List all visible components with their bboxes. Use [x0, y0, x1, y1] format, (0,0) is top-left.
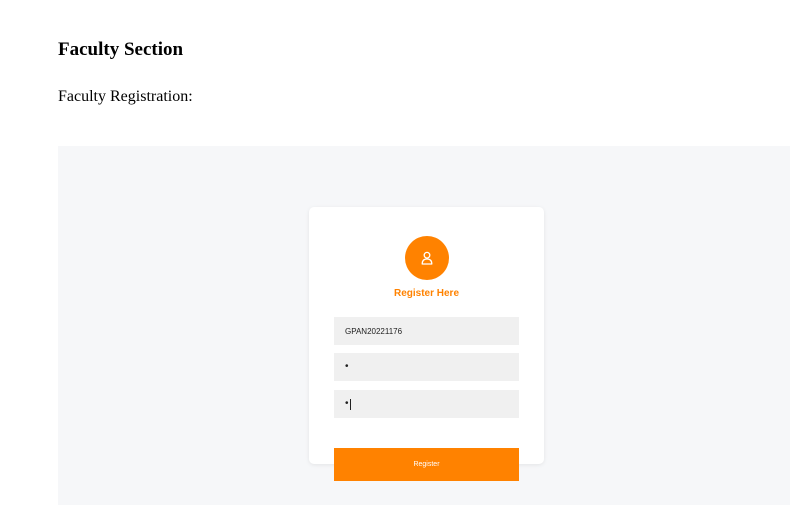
faculty-id-field[interactable]: GPAN20221176 [334, 317, 519, 345]
avatar [405, 236, 449, 280]
register-card: Register Here GPAN20221176 • • [309, 207, 544, 464]
section-subtitle: Faculty Registration: [58, 88, 193, 105]
confirm-password-field[interactable]: • [334, 390, 519, 418]
text-cursor [349, 398, 351, 410]
password-field[interactable]: • [334, 353, 519, 381]
faculty-id-value: GPAN20221176 [345, 326, 403, 336]
password-value: • [345, 361, 349, 372]
confirm-password-value: • [345, 398, 349, 409]
user-icon [421, 251, 433, 265]
registration-panel: Register Here GPAN20221176 • • Register [58, 146, 790, 505]
register-button[interactable]: Register [334, 448, 519, 481]
section-title: Faculty Section [58, 39, 184, 60]
register-title: Register Here [393, 288, 460, 299]
